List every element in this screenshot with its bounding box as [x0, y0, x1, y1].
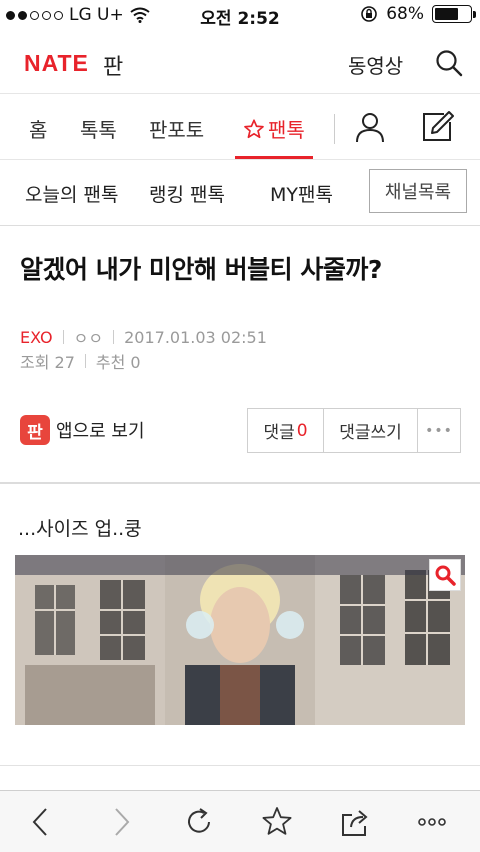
bookmark-star-icon[interactable] — [260, 805, 294, 839]
channel-list-button[interactable]: 채널목록 — [369, 169, 467, 213]
write-comment-button[interactable]: 댓글쓰기 — [324, 409, 418, 452]
more-icon[interactable] — [415, 805, 449, 839]
nav-divider — [334, 114, 335, 144]
comment-button-group: 댓글 0 댓글쓰기 ••• — [247, 408, 461, 453]
meta-separator — [84, 354, 86, 368]
star-icon — [244, 118, 264, 138]
nate-logo[interactable]: NATE — [24, 50, 89, 77]
subnav-my-fantalk[interactable]: MY팬톡 — [270, 180, 333, 207]
post-views: 조회 27 — [20, 353, 75, 372]
post-meta: EXO ㅇㅇ 2017.01.03 02:51 — [20, 325, 267, 349]
meta-separator — [113, 330, 115, 344]
share-icon[interactable] — [338, 805, 372, 839]
open-in-app-label: 앱으로 보기 — [56, 421, 145, 442]
site-header: NATE 판 동영상 — [0, 30, 480, 94]
rotation-lock-icon — [361, 6, 378, 22]
battery-level — [435, 8, 459, 20]
post-stats: 조회 27 추천 0 — [20, 349, 141, 373]
section-divider — [0, 482, 480, 484]
post-datetime: 2017.01.03 02:51 — [124, 327, 267, 347]
post-photo — [15, 555, 465, 725]
post-title: 알겠어 내가 미안해 버블티 사줄까? — [20, 255, 382, 284]
nav-item-home[interactable]: 홈 — [29, 114, 47, 143]
pann-label[interactable]: 판 — [103, 49, 123, 81]
subnav-today-fantalk[interactable]: 오늘의 팬톡 — [25, 180, 118, 207]
battery-percent: 68% — [386, 4, 424, 24]
post-author: ㅇㅇ — [73, 329, 104, 348]
post-image[interactable] — [15, 555, 465, 725]
video-link[interactable]: 동영상 — [348, 50, 403, 79]
search-icon[interactable] — [434, 48, 464, 78]
nav-item-fantalk-label: 팬톡 — [268, 118, 305, 142]
post-recommend: 추천 0 — [95, 353, 141, 372]
nav-item-panphoto[interactable]: 판포토 — [149, 114, 204, 143]
pann-app-icon: 판 — [20, 415, 50, 445]
main-nav: 홈 톡톡 판포토 팬톡 — [0, 94, 480, 160]
person-icon[interactable] — [353, 110, 387, 144]
subnav-ranking-fantalk[interactable]: 랭킹 팬톡 — [149, 180, 225, 207]
meta-separator — [62, 330, 64, 344]
more-button[interactable]: ••• — [418, 409, 460, 452]
post-category[interactable]: EXO — [20, 328, 53, 347]
content-divider — [0, 765, 480, 766]
magnifier-icon — [435, 565, 456, 586]
open-in-app-link[interactable]: 판 앱으로 보기 — [20, 415, 145, 445]
status-bar: LG U+ 오전 2:52 68% — [0, 0, 480, 30]
forward-icon[interactable] — [104, 805, 138, 839]
comments-button[interactable]: 댓글 0 — [248, 409, 324, 452]
zoom-button[interactable] — [429, 559, 461, 591]
comments-label: 댓글 — [263, 423, 295, 443]
active-tab-indicator — [235, 156, 313, 159]
reload-icon[interactable] — [182, 805, 216, 839]
nav-item-fantalk[interactable]: 팬톡 — [243, 114, 305, 143]
sub-nav: 오늘의 팬톡 랭킹 팬톡 MY팬톡 채널목록 — [0, 160, 480, 226]
post-body-text: ...사이즈 업..쿵 — [18, 518, 142, 540]
write-icon[interactable] — [420, 110, 454, 144]
back-icon[interactable] — [24, 805, 58, 839]
battery-icon — [432, 5, 476, 23]
comment-count: 0 — [296, 420, 308, 441]
nav-item-toktok[interactable]: 톡톡 — [80, 114, 117, 143]
browser-toolbar — [0, 790, 480, 852]
